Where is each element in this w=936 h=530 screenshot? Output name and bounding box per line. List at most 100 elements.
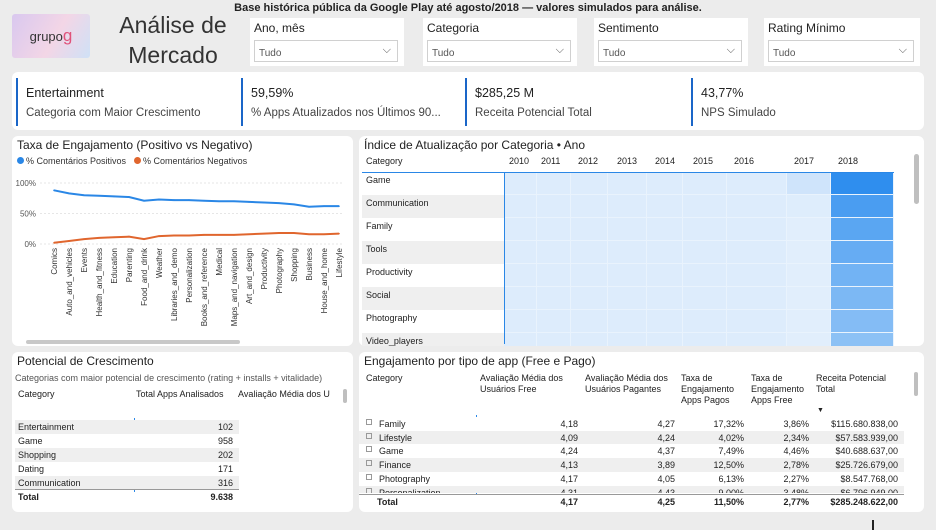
heatmap-cell[interactable]	[727, 333, 787, 346]
table-row[interactable]: Dating 171	[15, 462, 239, 476]
table-row[interactable]: Finance 4,13 3,89 12,50% 2,78% $25.726.679,00	[359, 458, 904, 473]
column-header[interactable]: Taxa de Engajamento Apps Free	[751, 373, 813, 406]
heatmap-cell[interactable]	[608, 310, 647, 333]
heatmap-cell[interactable]	[727, 172, 787, 195]
table-row[interactable]: Game 958	[15, 434, 239, 448]
heatmap-cell[interactable]	[647, 264, 683, 287]
heatmap-cell[interactable]	[831, 172, 894, 195]
heatmap-cell[interactable]	[608, 172, 647, 195]
heatmap-cell[interactable]	[727, 195, 787, 218]
heatmap-cell[interactable]	[537, 195, 571, 218]
heatmap-cell[interactable]	[727, 310, 787, 333]
heatmap-cell[interactable]	[683, 195, 727, 218]
heatmap-cell[interactable]	[504, 264, 537, 287]
filter-rating-minimo[interactable]: Rating Mínimo Tudo ⌵	[764, 18, 920, 66]
heatmap-cell[interactable]	[683, 241, 727, 264]
heatmap-cell[interactable]	[504, 172, 537, 195]
heatmap-cell[interactable]	[831, 241, 894, 264]
vertical-scrollbar[interactable]	[914, 154, 919, 204]
heatmap-cell[interactable]	[647, 287, 683, 310]
heatmap-cell[interactable]	[683, 287, 727, 310]
expand-icon[interactable]	[366, 460, 372, 467]
heatmap-cell[interactable]	[647, 218, 683, 241]
heatmap-cell[interactable]	[683, 172, 727, 195]
vertical-scrollbar[interactable]	[914, 372, 918, 396]
heatmap-cell[interactable]	[787, 172, 831, 195]
heatmap-cell[interactable]	[831, 195, 894, 218]
heatmap-cell[interactable]	[727, 218, 787, 241]
table-row[interactable]: Personalization 4,31 4,43 9,00% 3,48% $6.796.…	[359, 485, 904, 493]
column-header[interactable]: Receita Potencial Total	[816, 373, 898, 395]
heatmap-cell[interactable]	[504, 287, 537, 310]
heatmap-cell[interactable]	[647, 333, 683, 346]
table-row[interactable]: Family 4,18 4,27 17,32% 3,86% $115.680.838,00	[359, 417, 904, 431]
column-header[interactable]: Taxa de Engajamento Apps Pagos	[681, 373, 747, 406]
table-row[interactable]: Communication 316	[15, 476, 239, 490]
heatmap-cell[interactable]	[608, 218, 647, 241]
heatmap-cell[interactable]	[831, 264, 894, 287]
heatmap-cell[interactable]	[571, 241, 608, 264]
column-header[interactable]: Category	[366, 373, 466, 384]
heatmap-cell[interactable]	[831, 218, 894, 241]
heatmap-cell[interactable]	[787, 287, 831, 310]
filter-dropdown[interactable]: Tudo ⌵	[598, 40, 742, 62]
heatmap-cell[interactable]	[683, 333, 727, 346]
heatmap-cell[interactable]	[571, 287, 608, 310]
table-row[interactable]: Entertainment 102	[15, 420, 239, 434]
heatmap-cell[interactable]	[787, 264, 831, 287]
heatmap-cell[interactable]	[787, 310, 831, 333]
filter-ano-mes[interactable]: Ano, mês Tudo ⌵	[250, 18, 404, 66]
heatmap-cell[interactable]	[504, 241, 537, 264]
heatmap-cell[interactable]	[647, 310, 683, 333]
table-row[interactable]: Photography 4,17 4,05 6,13% 2,27% $8.547.768,…	[359, 471, 904, 486]
heatmap-cell[interactable]	[608, 195, 647, 218]
heatmap-cell[interactable]	[571, 333, 608, 346]
heatmap-cell[interactable]	[647, 195, 683, 218]
table-row[interactable]: Lifestyle 4,09 4,24 4,02% 2,34% $57.583.939,0…	[359, 430, 904, 445]
heatmap-cell[interactable]	[831, 333, 894, 346]
vertical-scrollbar[interactable]	[343, 389, 347, 403]
table-row[interactable]: Game 4,24 4,37 7,49% 4,46% $40.688.637,00	[359, 444, 904, 459]
heatmap-cell[interactable]	[537, 310, 571, 333]
heatmap-cell[interactable]	[504, 333, 537, 346]
heatmap-cell[interactable]	[787, 195, 831, 218]
heatmap-cell[interactable]	[727, 287, 787, 310]
heatmap-cell[interactable]	[537, 264, 571, 287]
heatmap-cell[interactable]	[727, 264, 787, 287]
heatmap-cell[interactable]	[504, 310, 537, 333]
expand-icon[interactable]	[366, 419, 372, 425]
heatmap-cell[interactable]	[647, 172, 683, 195]
heatmap-cell[interactable]	[787, 241, 831, 264]
expand-icon[interactable]	[366, 432, 372, 439]
heatmap-cell[interactable]	[787, 218, 831, 241]
heatmap-cell[interactable]	[504, 195, 537, 218]
filter-dropdown[interactable]: Tudo ⌵	[427, 40, 571, 62]
expand-icon[interactable]	[366, 487, 372, 493]
heatmap-cell[interactable]	[571, 195, 608, 218]
heatmap-cell[interactable]	[537, 241, 571, 264]
heatmap-cell[interactable]	[571, 172, 608, 195]
heatmap-cell[interactable]	[608, 264, 647, 287]
heatmap-cell[interactable]	[571, 310, 608, 333]
heatmap-cell[interactable]	[608, 333, 647, 346]
heatmap-cell[interactable]	[537, 172, 571, 195]
sort-desc-icon[interactable]: ▼	[817, 407, 824, 414]
heatmap-cell[interactable]	[537, 218, 571, 241]
heatmap-cell[interactable]	[608, 241, 647, 264]
heatmap-cell[interactable]	[504, 218, 537, 241]
heatmap-cell[interactable]	[683, 264, 727, 287]
column-header[interactable]: Avaliação Média dos Usuários Pagantes	[585, 373, 677, 395]
heatmap-cell[interactable]	[608, 287, 647, 310]
horizontal-scrollbar[interactable]	[26, 340, 240, 344]
heatmap-cell[interactable]	[537, 287, 571, 310]
heatmap-cell[interactable]	[647, 241, 683, 264]
heatmap-cell[interactable]	[537, 333, 571, 346]
filter-sentimento[interactable]: Sentimento Tudo ⌵	[594, 18, 748, 66]
table-row[interactable]: Shopping 202	[15, 448, 239, 462]
filter-dropdown[interactable]: Tudo ⌵	[254, 40, 398, 62]
filter-dropdown[interactable]: Tudo ⌵	[768, 40, 914, 62]
heatmap-cell[interactable]	[727, 241, 787, 264]
heatmap-cell[interactable]	[571, 264, 608, 287]
expand-icon[interactable]	[366, 473, 372, 480]
heatmap-cell[interactable]	[683, 218, 727, 241]
